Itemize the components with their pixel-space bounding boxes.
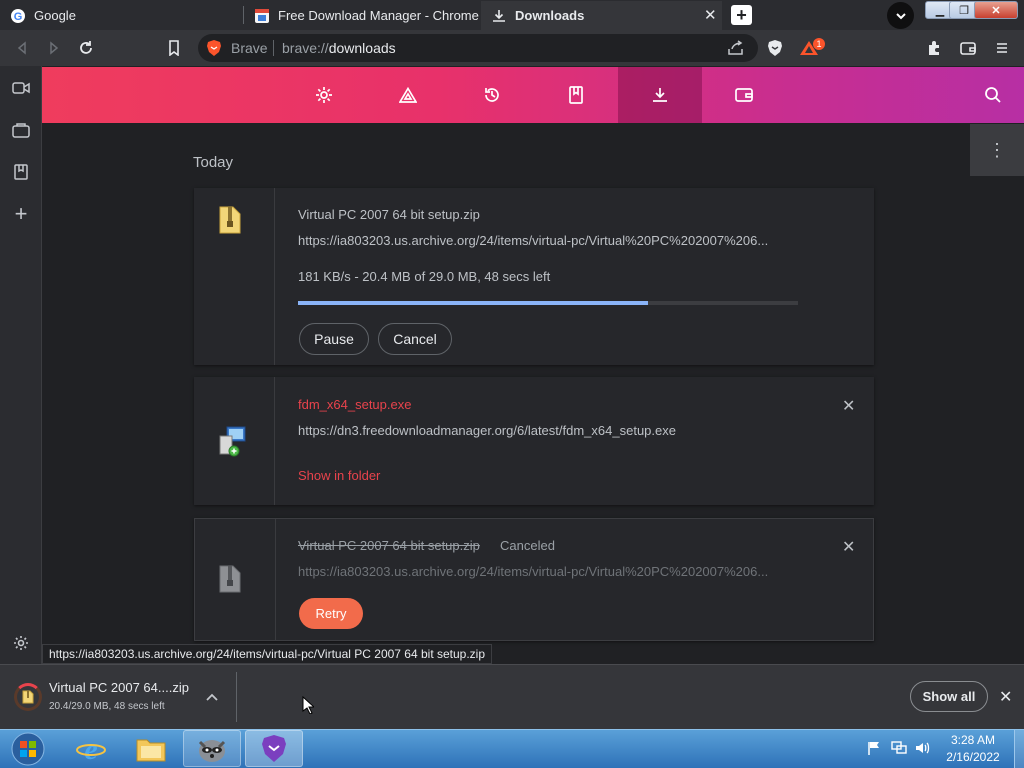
tab-free-download-manager[interactable]: Free Download Manager - Chrome We	[244, 1, 480, 30]
fdm-icon	[254, 8, 270, 24]
downloads-nav-icon[interactable]	[618, 67, 702, 123]
download-url[interactable]: https://ia803203.us.archive.org/24/items…	[298, 233, 768, 248]
download-progress-ring	[14, 683, 42, 711]
brave-lion-icon	[206, 39, 222, 62]
shelf-separator	[236, 672, 237, 722]
warning-icon[interactable]	[366, 67, 450, 123]
sidebar	[0, 66, 42, 664]
bookmark-icon[interactable]	[164, 38, 184, 58]
tab-google[interactable]: G Google	[0, 1, 243, 30]
download-icon	[491, 8, 507, 24]
video-call-icon[interactable]	[11, 78, 31, 98]
shelf-item-name[interactable]: Virtual PC 2007 64....zip	[49, 680, 189, 695]
reading-list-icon[interactable]	[11, 162, 31, 182]
progress-bar	[298, 301, 798, 305]
menu-icon[interactable]	[992, 38, 1012, 58]
remove-download-icon[interactable]: ✕	[842, 396, 855, 416]
bookmarks-icon[interactable]	[534, 67, 618, 123]
clock-date[interactable]: 2/16/2022	[938, 750, 1008, 764]
search-icon[interactable]	[951, 67, 1024, 123]
download-filename[interactable]: Virtual PC 2007 64 bit setup.zip	[298, 538, 480, 553]
wallet-icon[interactable]	[958, 38, 978, 58]
tab-title: Google	[34, 8, 76, 23]
more-options-icon[interactable]: ⋮	[970, 124, 1024, 176]
progress-fill	[298, 301, 648, 305]
forward-icon[interactable]	[44, 38, 64, 58]
taskbar-fdm[interactable]	[183, 730, 241, 767]
flag-icon[interactable]	[866, 740, 882, 761]
url-path: downloads	[328, 40, 396, 56]
back-icon[interactable]	[12, 38, 32, 58]
share-icon[interactable]	[726, 38, 746, 58]
installer-icon	[217, 424, 249, 463]
tab-search-button[interactable]	[887, 2, 914, 29]
rewards-badge: 1	[813, 38, 825, 50]
wallet-nav-icon[interactable]	[702, 67, 786, 123]
download-url[interactable]: https://dn3.freedownloadmanager.org/6/la…	[298, 423, 676, 438]
new-tab-button[interactable]: +	[731, 5, 752, 25]
close-tab-icon[interactable]: ✕	[704, 6, 717, 24]
shelf-item-status: 20.4/29.0 MB, 48 secs left	[49, 701, 165, 712]
omnibox-brand: Brave	[231, 40, 268, 56]
card-divider	[274, 188, 275, 365]
cancel-button[interactable]: Cancel	[378, 323, 452, 355]
add-sidebar-item-icon[interactable]: +	[11, 201, 31, 226]
taskbar-internet-explorer[interactable]: e	[62, 730, 120, 767]
folder-icon	[136, 739, 166, 761]
download-filename[interactable]: fdm_x64_setup.exe	[298, 397, 411, 412]
mouse-cursor-icon	[302, 695, 316, 719]
close-window-button[interactable]: ✕	[974, 1, 1018, 19]
tab-title: Downloads	[515, 8, 585, 23]
download-url[interactable]: https://ia803203.us.archive.org/24/items…	[298, 564, 768, 579]
settings-icon[interactable]	[282, 67, 366, 123]
remove-download-icon[interactable]: ✕	[842, 537, 855, 557]
windows-logo-icon	[11, 732, 44, 765]
show-all-button[interactable]: Show all	[910, 681, 988, 712]
brave-shields-icon[interactable]	[765, 38, 785, 58]
raccoon-icon	[198, 739, 226, 762]
chevron-down-icon	[895, 12, 906, 19]
retry-button[interactable]: Retry	[299, 598, 363, 629]
history-icon[interactable]	[450, 67, 534, 123]
clock-time[interactable]: 3:28 AM	[938, 733, 1008, 747]
tab-downloads[interactable]: Downloads	[481, 1, 722, 30]
reload-icon[interactable]	[76, 38, 96, 58]
url-scheme: brave://	[282, 40, 329, 56]
show-desktop-button[interactable]	[1014, 730, 1024, 768]
taskbar-brave[interactable]	[245, 730, 303, 767]
start-button[interactable]	[0, 730, 55, 767]
taskbar-file-explorer[interactable]	[122, 730, 180, 767]
google-icon: G	[10, 8, 26, 24]
zip-file-icon-small	[22, 690, 34, 704]
svg-text:G: G	[14, 11, 23, 23]
date-section-label: Today	[193, 154, 234, 171]
show-in-folder-link[interactable]: Show in folder	[298, 468, 380, 483]
card-divider	[274, 377, 275, 505]
zip-file-icon	[218, 205, 242, 240]
download-item-canceled	[194, 518, 874, 641]
extensions-icon[interactable]	[924, 38, 944, 58]
tab-title: Free Download Manager - Chrome We	[278, 8, 480, 23]
close-shelf-icon[interactable]: ✕	[999, 687, 1012, 707]
svg-text:e: e	[84, 733, 97, 765]
download-status: 181 KB/s - 20.4 MB of 29.0 MB, 48 secs l…	[298, 269, 551, 284]
canceled-label: Canceled	[500, 538, 555, 553]
volume-icon[interactable]	[914, 740, 932, 761]
wallet-sidebar-icon[interactable]	[11, 120, 31, 140]
download-shelf	[0, 664, 1024, 729]
zip-file-icon-gray	[218, 564, 242, 599]
internet-explorer-icon: e	[76, 733, 106, 765]
status-url-bubble: https://ia803203.us.archive.org/24/items…	[42, 644, 493, 664]
chevron-up-icon[interactable]	[205, 689, 219, 707]
download-item-completed	[194, 377, 874, 505]
card-divider	[275, 519, 276, 640]
brave-lion-icon	[262, 734, 286, 762]
sidebar-settings-icon[interactable]	[11, 633, 31, 653]
pause-button[interactable]: Pause	[299, 323, 369, 355]
download-filename[interactable]: Virtual PC 2007 64 bit setup.zip	[298, 207, 480, 222]
network-icon[interactable]	[890, 740, 908, 761]
omnibox-divider	[273, 40, 274, 56]
omnibox-url: brave://downloads	[282, 40, 396, 56]
